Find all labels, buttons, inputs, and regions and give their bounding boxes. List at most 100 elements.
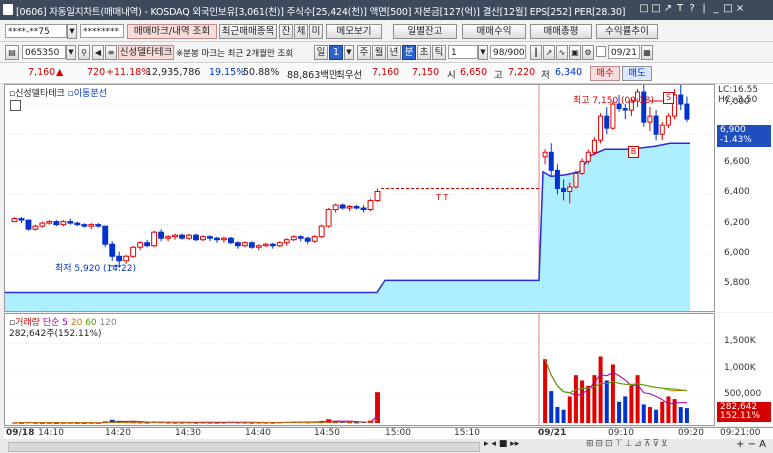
candle-body	[684, 103, 690, 120]
x-label: 09:20	[678, 428, 704, 438]
unexecuted-button[interactable]: 미	[309, 24, 323, 39]
help-icon[interactable]: ?	[686, 3, 698, 14]
stop-icon[interactable]: ■	[499, 439, 508, 449]
volume-bar	[684, 408, 689, 423]
trade-profit-button[interactable]: 매매수익	[462, 24, 526, 39]
auto-scale-icon[interactable]: A	[759, 439, 766, 450]
candle-body	[610, 103, 616, 129]
sound-icon[interactable]: ◀	[92, 45, 104, 60]
x-label: 15:00	[385, 428, 411, 438]
settings-gear-icon[interactable]: ⚙	[582, 45, 594, 60]
stock-code-dropdown-icon[interactable]: ▼	[66, 45, 76, 60]
chart-settings-icon[interactable]	[10, 100, 21, 111]
trade-total-button[interactable]: 매매총평	[530, 24, 592, 39]
zoom-out-icon[interactable]: −	[748, 439, 756, 450]
price-chart-canvas[interactable]	[5, 85, 714, 311]
daily-balance-button[interactable]: 일별잔고	[393, 24, 457, 39]
account-input[interactable]: ****-**75	[5, 24, 67, 38]
title-bar: [0606] 자동일지차트(매매내역) - KOSDAQ 외국인보유[3,061…	[0, 0, 773, 20]
candle-body	[659, 124, 665, 135]
candle-body	[67, 221, 74, 224]
restore-icon[interactable]: □	[638, 3, 650, 14]
drawing-tools[interactable]: ⊞⊟⊡⊤⊥⊿⊼⊽⊻	[586, 439, 670, 449]
volume-chart[interactable]: ▫거래량 단순 5 20 60 120 282,642주(152.11%)	[4, 313, 715, 426]
window-title: [0606] 자동일지차트(매매내역) - KOSDAQ 외국인보유[3,061…	[16, 7, 626, 18]
volume-bar	[354, 422, 360, 424]
back-icon[interactable]: ◂	[491, 439, 496, 449]
minimize-icon[interactable]: _	[710, 3, 722, 14]
account-dropdown-icon[interactable]: ▼	[67, 24, 77, 39]
period-year-button[interactable]: 년	[387, 45, 401, 60]
volume-bar	[666, 396, 671, 423]
scroll-controls[interactable]: ▸ ◂ ■ ▸▸	[484, 439, 519, 449]
calendar-icon[interactable]: ▦	[641, 45, 653, 60]
search-icon[interactable]: ⚲	[78, 45, 90, 60]
volume-tick: 1,000K	[724, 362, 756, 373]
stock-code-input[interactable]: 065350	[22, 45, 66, 59]
up-arrow-icon: ▲	[56, 67, 64, 78]
window-controls[interactable]: □ □ ↗ T? | _ □ ×	[638, 3, 746, 14]
date-checkbox[interactable]	[596, 46, 606, 57]
zoom-controls[interactable]: + − A	[736, 439, 766, 450]
candle-body	[25, 219, 32, 230]
text-icon[interactable]: T	[674, 3, 686, 14]
horizontal-scrollbar[interactable]	[8, 442, 480, 452]
password-input[interactable]: ********	[80, 24, 124, 38]
candle-body	[39, 222, 46, 227]
profit-trend-button[interactable]: 수익률추이	[596, 24, 658, 39]
x-label-time: 09:21:00	[720, 428, 761, 438]
interval-input[interactable]: 1	[448, 45, 478, 59]
candle-body	[290, 236, 297, 241]
candle-body	[193, 234, 199, 241]
candle-body	[130, 246, 137, 257]
legend-ma-label: 이동분선	[73, 89, 107, 99]
candle-body	[60, 221, 67, 226]
chart-toolbar: ▤ 065350 ▼ ⚲ ◀ ≡ 신성델타테크 ※분봉 마크는 최근 2개월만 …	[0, 42, 773, 63]
play-icon[interactable]: ▸	[484, 439, 489, 449]
close-icon[interactable]: ×	[734, 3, 746, 14]
zoom-in-icon[interactable]: +	[736, 439, 744, 450]
copy-icon[interactable]: □	[650, 3, 662, 14]
buy-button[interactable]: 매수	[590, 66, 620, 81]
link-icon[interactable]: ↗	[662, 3, 674, 14]
period-interval-button[interactable]: 1	[329, 45, 343, 60]
fast-forward-icon[interactable]: ▸▸	[510, 439, 519, 449]
save-icon[interactable]: ▣	[569, 45, 581, 60]
volume-bar	[629, 385, 634, 423]
draw-tool-icon[interactable]: ↗	[543, 45, 555, 60]
period-dropdown-icon[interactable]: ▼	[344, 45, 354, 60]
candle-tool-icon[interactable]: ┃	[530, 45, 542, 60]
volume-bar	[567, 396, 572, 423]
period-week-button[interactable]: 주	[357, 45, 371, 60]
candle-body	[325, 209, 332, 227]
chart-legend: ▫신성델타테크 ▫이동분선	[9, 86, 107, 99]
sell-button[interactable]: 매도	[622, 66, 652, 81]
date-input[interactable]: 09/21	[608, 45, 640, 59]
stock-name-label[interactable]: 신성델타테크	[118, 45, 174, 60]
count-input[interactable]: 98/900	[490, 45, 526, 59]
memo-button[interactable]: 메모보기	[326, 24, 382, 39]
candle-body	[579, 160, 585, 174]
period-month-button[interactable]: 월	[372, 45, 386, 60]
period-second-button[interactable]: 초	[417, 45, 431, 60]
volume-chart-canvas[interactable]	[5, 314, 714, 425]
period-tick-button[interactable]: 틱	[432, 45, 446, 60]
trade-mark-button[interactable]: 매매마크/내역 조회	[127, 24, 217, 39]
recent-items-button[interactable]: 최근매매종목	[219, 24, 277, 39]
interval-dropdown-icon[interactable]: ▼	[478, 45, 488, 60]
candle-body	[165, 236, 172, 239]
chart-type-icon[interactable]: ▤	[5, 45, 19, 60]
menu-icon[interactable]: ≡	[105, 45, 117, 60]
period-minute-button[interactable]: 분	[402, 45, 416, 60]
price-tick: 6,200	[724, 217, 750, 228]
maximize-icon[interactable]: □	[722, 3, 734, 14]
execution-button[interactable]: 체	[294, 24, 308, 39]
balance-button[interactable]: 잔	[279, 24, 293, 39]
period-day-button[interactable]: 일	[314, 45, 328, 60]
price-chart[interactable]: ▫신성델타테크 ▫이동분선 최고 7,150 (09:18) 최저 5,920 …	[4, 84, 715, 312]
x-label: 14:30	[175, 428, 201, 438]
trade-amount: 88,863백만	[287, 70, 338, 81]
candle-body	[227, 237, 234, 244]
current-volume-tag: 282,642 152.11%	[717, 402, 771, 422]
indicator-tool-icon[interactable]: ∿	[556, 45, 568, 60]
